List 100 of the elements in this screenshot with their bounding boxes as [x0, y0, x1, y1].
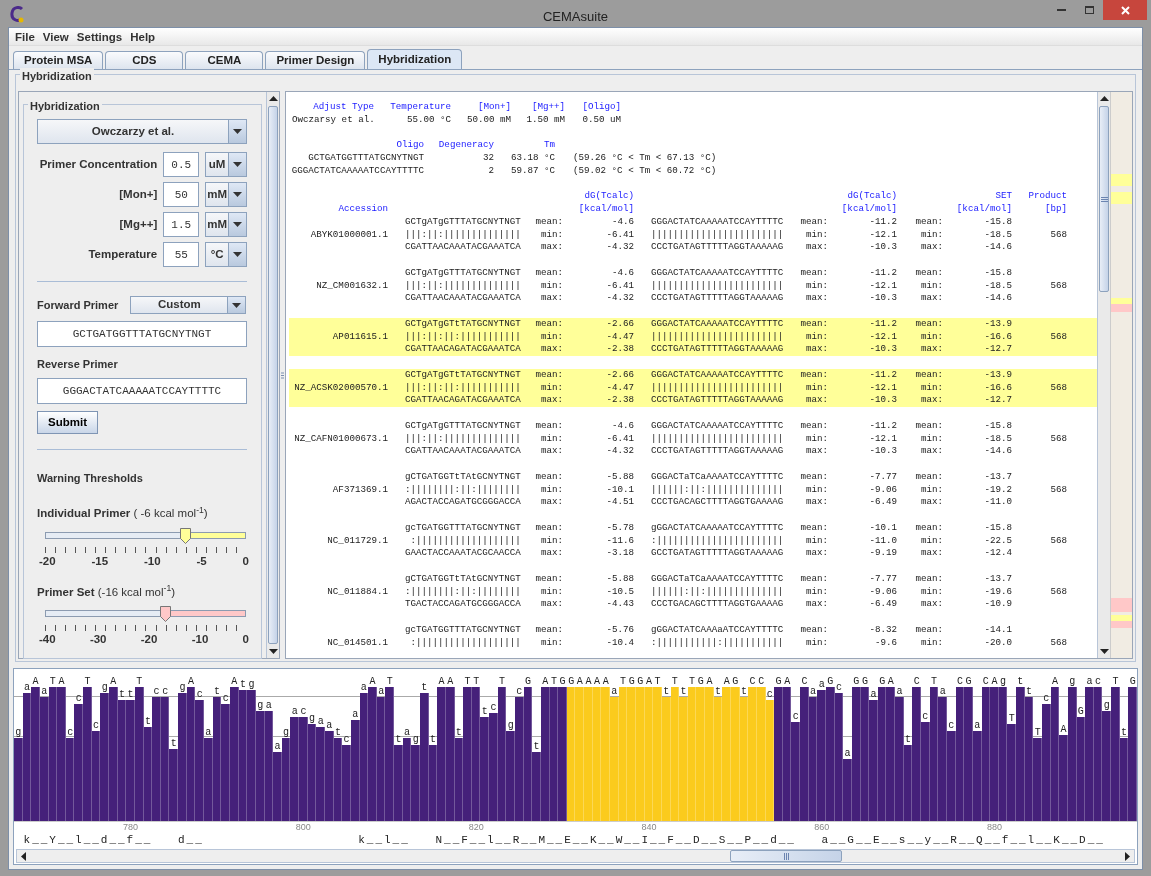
base-letter: G [964, 677, 973, 687]
table-cell-text: -18.5 [983, 432, 1012, 446]
stat-label: min: [804, 636, 828, 650]
base-letter: c [299, 707, 308, 717]
stat-label: min: [804, 330, 828, 344]
base-letter: a [377, 687, 386, 697]
menu-item[interactable]: File [11, 28, 39, 45]
table-cell-text: -10.3 [868, 445, 897, 458]
unit-dropdown[interactable]: °C [205, 242, 247, 267]
base-letter: C [955, 677, 964, 687]
tab[interactable]: Protein MSA [13, 51, 104, 69]
sequence-cell-text: CCCTGACAGCTTTTAGGTGAAAAG [650, 598, 785, 611]
table-cell-text: -8.32 [868, 623, 897, 637]
position-label: 860 [813, 822, 831, 833]
base-letter: T [385, 677, 394, 687]
accession-cell-text: NC_011884.1 [326, 585, 388, 599]
primer-mode-dropdown[interactable]: Custom [130, 296, 247, 314]
base-letter: T [1007, 714, 1016, 724]
tick-label: -10 [143, 553, 161, 569]
tab[interactable]: Primer Design [265, 51, 366, 69]
column-header: dG(Tcalc) [583, 190, 634, 203]
base-letter: G [860, 677, 869, 687]
table-cell-text: -5.76 [605, 623, 634, 637]
base-letter: t [1120, 728, 1129, 738]
sequence-cell-text: GAACTACCAAATACGCAACCA [404, 547, 522, 560]
slider-label: Individual Primer ( -6 kcal mol$^{-1}$) [37, 505, 209, 522]
tab[interactable]: Hybridization [367, 49, 463, 69]
base-letter: c [195, 690, 204, 700]
column-header: Accession [337, 203, 388, 216]
stat-label: min: [539, 483, 563, 497]
table-cell-text: -12.1 [868, 381, 897, 395]
menu-item[interactable]: Help [126, 28, 160, 45]
stat-label: max: [804, 241, 828, 254]
input-field[interactable]: 0.5 [163, 152, 200, 177]
accession-cell-text: NZ_CAFN01000673.1 [293, 432, 388, 446]
table-cell-text: -6.41 [605, 228, 634, 242]
unit-dropdown[interactable]: mM [205, 182, 247, 207]
stat-label: min: [539, 330, 563, 344]
sequence-cell-text: CCCTGATAGTTTTTAGGTAAAAAG [650, 394, 785, 407]
sequence-cell-text: |||||||||||||||||||||||| [650, 432, 785, 446]
primer-field[interactable]: GCTGATGGTTTATGCNYTNGT [37, 321, 247, 347]
submit-button[interactable]: Submit [37, 410, 98, 434]
base-letter: T [1033, 728, 1042, 738]
stat-label: max: [919, 496, 943, 509]
table-cell-text: 1.50 mM [525, 113, 565, 127]
sequence-cell-text: GCTgATgGTTTATGCNYTNGT [404, 266, 522, 280]
column-header: [bp] [1043, 203, 1067, 216]
unit-dropdown[interactable]: mM [205, 212, 247, 237]
stat-label: max: [539, 598, 563, 611]
base-letter: G [558, 677, 567, 687]
sequence-cell-text: :|||||||||||:||||||||||| [650, 636, 785, 650]
table-cell-text: -18.5 [983, 228, 1012, 242]
base-letter: g [14, 728, 23, 738]
stat-label: max: [919, 445, 943, 458]
menu-item[interactable]: View [38, 28, 73, 45]
sequence-cell-text: CGATTAACAGATACGAAATCA [404, 394, 522, 407]
stat-label: mean: [535, 215, 563, 229]
sequence-cell-text: GGGACTATCAAAAATCCAYTTTTC [650, 368, 785, 382]
tick-label: -20 [39, 553, 56, 569]
table-cell-text: -4.32 [605, 445, 634, 458]
table-cell-text: -9.6 [873, 636, 897, 650]
stat-label: mean: [535, 317, 563, 331]
base-letter: G [627, 677, 636, 687]
sequence-cell-text: gGGACTATCAAAAATCCAYTTTTC [650, 521, 785, 535]
table-cell-text: -13.9 [983, 317, 1012, 331]
menu-item[interactable]: Settings [72, 28, 127, 45]
input-field[interactable]: 1.5 [163, 212, 200, 237]
stat-label: min: [804, 483, 828, 497]
sequence-cell-text: GGGACTaTCaAAAATCCAYTTTTC [650, 470, 785, 484]
tick-label: -30 [89, 632, 107, 647]
tab[interactable]: CDS [105, 51, 184, 69]
stat-label: mean: [914, 368, 943, 382]
table-cell-text: 32 [481, 152, 494, 165]
base-letter: C [800, 677, 809, 687]
base-letter: c [161, 687, 170, 697]
input-field[interactable]: 55 [163, 242, 200, 267]
unit-dropdown[interactable]: uM [205, 152, 247, 177]
stat-label: min: [919, 534, 943, 548]
primer-field[interactable]: GGGACTATCAAAAATCCAYTTTTC [37, 377, 247, 404]
sequence-cell-text: GGGACTATCAAAAATCCAYTTTTC [650, 419, 785, 433]
base-letter: t [662, 687, 671, 697]
method-dropdown[interactable]: Owczarzy et al. [37, 119, 247, 144]
translation-text: k__Y__l__d__f__ d__ k__l__ N__F__l__R__M__E__K__W__I__F__D__S__P__d__ a__G__E__s__y__R__Q__f__l__K__D__ [22, 833, 1105, 848]
accession-cell-text: AP011615.1 [331, 330, 388, 344]
table-cell-text: -11.2 [868, 419, 897, 433]
table-cell-text: -11.2 [868, 368, 897, 382]
table-cell-text: -12.7 [983, 394, 1012, 407]
tab[interactable]: CEMA [185, 51, 264, 69]
sequence-cell-text: |||:||:|||||||||||||| [404, 432, 522, 446]
base-letter: a [40, 687, 49, 697]
base-letter: c [921, 712, 930, 722]
stat-label: mean: [914, 521, 943, 535]
table-cell-text: 568 [1049, 636, 1067, 650]
base-letter: T [463, 677, 472, 687]
base-letter: A [541, 677, 550, 687]
input-field[interactable]: 50 [163, 182, 200, 207]
stat-label: mean: [535, 572, 563, 586]
base-letter: G [731, 677, 740, 687]
table-cell-text: 568 [1049, 534, 1067, 548]
sequence-cell-text: CCCTGATAGTTTTTAGGTAAAAAG [650, 343, 785, 356]
